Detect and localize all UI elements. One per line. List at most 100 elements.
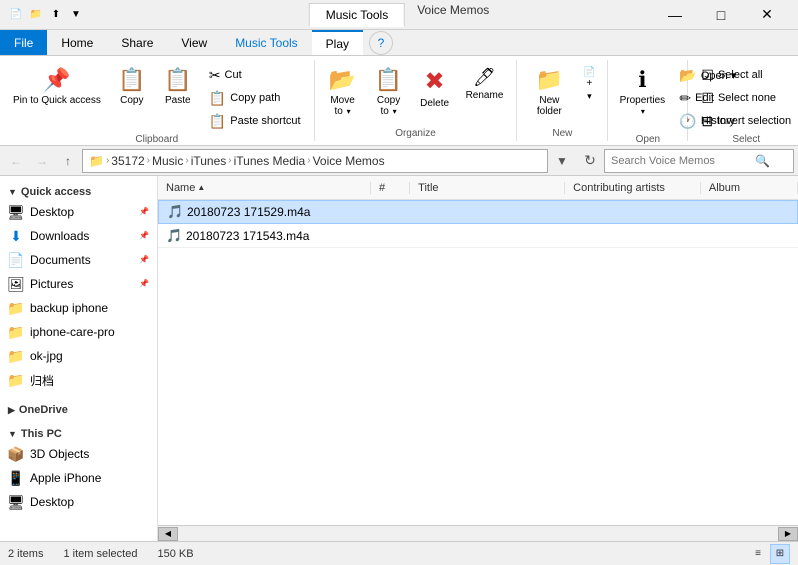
size-info: 150 KB xyxy=(157,548,193,560)
scroll-right-button[interactable]: ▶ xyxy=(778,527,798,541)
file-icon: 📄 xyxy=(8,7,24,23)
up-button[interactable]: ↑ xyxy=(56,149,80,173)
dropdown-path-button[interactable]: ▼ xyxy=(550,149,574,173)
desktop-pc-icon: 🖥 xyxy=(8,494,24,510)
quick-access-label: Quick access xyxy=(21,186,91,198)
sidebar-item-apple-iphone[interactable]: 📱 Apple iPhone xyxy=(0,466,157,490)
chevron-icon: ▼ xyxy=(8,187,17,197)
pin-quick-access-button[interactable]: 📌 Pin to Quick access xyxy=(6,60,108,126)
copy-to-button[interactable]: 📋 Copyto ▾ xyxy=(367,60,411,126)
delete-label: Delete xyxy=(420,98,449,109)
up-icon: ⬆ xyxy=(48,7,64,23)
sidebar-item-pictures[interactable]: 🖼 Pictures 📌 xyxy=(0,272,157,296)
forward-button[interactable]: → xyxy=(30,149,54,173)
cut-icon: ✂ xyxy=(209,67,221,84)
chevron-icon-pc: ▼ xyxy=(8,429,17,439)
cut-button[interactable]: ✂ Cut xyxy=(202,64,308,86)
col-header-hash[interactable]: # xyxy=(371,182,410,194)
path-itunes-media[interactable]: iTunes Media xyxy=(234,154,306,168)
apple-iphone-label: Apple iPhone xyxy=(30,471,101,485)
tab-music-tools[interactable]: Music Tools xyxy=(221,30,311,55)
new-folder-icon: 📁 xyxy=(536,67,563,93)
file-name-2: 🎵 20180723 171543.m4a xyxy=(158,228,371,244)
music-tools-tab[interactable]: Music Tools xyxy=(309,3,405,27)
search-input[interactable] xyxy=(611,155,751,167)
sidebar-item-iphone-care[interactable]: 📁 iphone-care-pro xyxy=(0,320,157,344)
paste-button[interactable]: 📋 Paste xyxy=(156,60,200,126)
ok-jpg-label: ok-jpg xyxy=(30,349,63,363)
file-row-2[interactable]: 🎵 20180723 171543.m4a xyxy=(158,224,798,248)
minimize-button[interactable]: — xyxy=(652,0,698,30)
thispc-header[interactable]: ▼ This PC xyxy=(0,422,157,442)
search-box[interactable]: 🔍 xyxy=(604,149,794,173)
dropdown-icon[interactable]: ▼ xyxy=(68,7,84,23)
new-content: 📁 Newfolder 📄+ ▾ xyxy=(523,60,601,126)
sidebar-item-ok-jpg[interactable]: 📁 ok-jpg xyxy=(0,344,157,368)
pin-indicator: 📌 xyxy=(139,207,149,217)
tab-file[interactable]: File xyxy=(0,30,47,55)
col-header-album[interactable]: Album xyxy=(701,182,798,194)
path-itunes[interactable]: iTunes xyxy=(191,154,227,168)
col-header-name[interactable]: Name ▲ xyxy=(158,182,371,194)
tab-home[interactable]: Home xyxy=(47,30,107,55)
pin-icon: 📌 xyxy=(43,67,70,93)
new-folder-button[interactable]: 📁 Newfolder xyxy=(523,60,575,126)
new-item-button[interactable]: 📄+ ▾ xyxy=(577,60,601,126)
address-bar: ← → ↑ 📁 › 35172 › Music › iTunes › iTune… xyxy=(0,146,798,176)
sidebar-item-backup[interactable]: 📁 backup iphone xyxy=(0,296,157,320)
help-button[interactable]: ? xyxy=(369,31,393,55)
pictures-label: Pictures xyxy=(30,277,73,291)
sort-arrow: ▲ xyxy=(197,183,205,192)
select-none-button[interactable]: ☐ Select none xyxy=(694,87,798,109)
organize-group: 📂 Moveto ▾ 📋 Copyto ▾ ✖ Delete 🖊 Rename … xyxy=(315,60,518,141)
back-button[interactable]: ← xyxy=(4,149,28,173)
paste-shortcut-icon: 📋 xyxy=(209,113,226,130)
ribbon-tabs: File Home Share View Music Tools Play ? xyxy=(0,30,798,56)
copy-button-large[interactable]: 📋 Copy xyxy=(110,60,154,126)
tab-share[interactable]: Share xyxy=(107,30,167,55)
move-to-button[interactable]: 📂 Moveto ▾ xyxy=(321,60,365,126)
file-row-1[interactable]: 🎵 20180723 171529.m4a xyxy=(158,200,798,224)
tab-play[interactable]: Play xyxy=(312,30,363,55)
path-root[interactable]: 📁 xyxy=(89,154,104,168)
downloads-label: Downloads xyxy=(30,229,89,243)
tab-view[interactable]: View xyxy=(167,30,221,55)
horizontal-scrollbar[interactable]: ◀ ▶ xyxy=(158,525,798,541)
desktop-label: Desktop xyxy=(30,205,74,219)
sidebar-item-downloads[interactable]: ⬇ Downloads 📌 xyxy=(0,224,157,248)
onedrive-header[interactable]: ▶ OneDrive xyxy=(0,398,157,418)
sidebar-item-documents[interactable]: 📄 Documents 📌 xyxy=(0,248,157,272)
paste-shortcut-button[interactable]: 📋 Paste shortcut xyxy=(202,110,308,132)
iphone-care-label: iphone-care-pro xyxy=(30,325,115,339)
select-label: Select xyxy=(694,132,798,147)
invert-label: Invert selection xyxy=(717,115,791,127)
delete-button[interactable]: ✖ Delete xyxy=(413,60,457,126)
sidebar-item-desktop[interactable]: 🖥 Desktop 📌 xyxy=(0,200,157,224)
properties-button[interactable]: ℹ Properties ▾ xyxy=(614,60,670,126)
close-button[interactable]: ✕ xyxy=(744,0,790,30)
sidebar-item-archive[interactable]: 📁 归档 xyxy=(0,368,157,392)
select-all-button[interactable]: ☑ Select all xyxy=(694,64,798,86)
invert-selection-button[interactable]: ⊟ Invert selection xyxy=(694,110,798,132)
scroll-left-button[interactable]: ◀ xyxy=(158,527,178,541)
rename-button[interactable]: 🖊 Rename xyxy=(459,60,511,126)
copy-label: Copy xyxy=(120,95,143,106)
list-view-button[interactable]: ⊞ xyxy=(770,544,790,564)
address-path[interactable]: 📁 › 35172 › Music › iTunes › iTunes Medi… xyxy=(82,149,548,173)
refresh-button[interactable]: ↻ xyxy=(578,149,602,173)
backup-icon: 📁 xyxy=(8,300,24,316)
path-voice-memos[interactable]: Voice Memos xyxy=(313,154,385,168)
maximize-button[interactable]: □ xyxy=(698,0,744,30)
col-header-title[interactable]: Title xyxy=(410,182,565,194)
col-header-artists[interactable]: Contributing artists xyxy=(565,182,701,194)
sidebar-item-desktop-pc[interactable]: 🖥 Desktop xyxy=(0,490,157,514)
title-bar-icons: 📄 📁 ⬆ ▼ xyxy=(8,7,84,23)
path-music[interactable]: Music xyxy=(152,154,183,168)
file-name-1: 🎵 20180723 171529.m4a xyxy=(159,204,371,220)
pictures-icon: 🖼 xyxy=(8,276,24,292)
sidebar-item-3d[interactable]: 📦 3D Objects xyxy=(0,442,157,466)
quick-access-header[interactable]: ▼ Quick access xyxy=(0,180,157,200)
path-35172[interactable]: 35172 xyxy=(111,154,144,168)
details-view-button[interactable]: ≡ xyxy=(748,544,768,564)
copy-path-button[interactable]: 📋 Copy path xyxy=(202,87,308,109)
